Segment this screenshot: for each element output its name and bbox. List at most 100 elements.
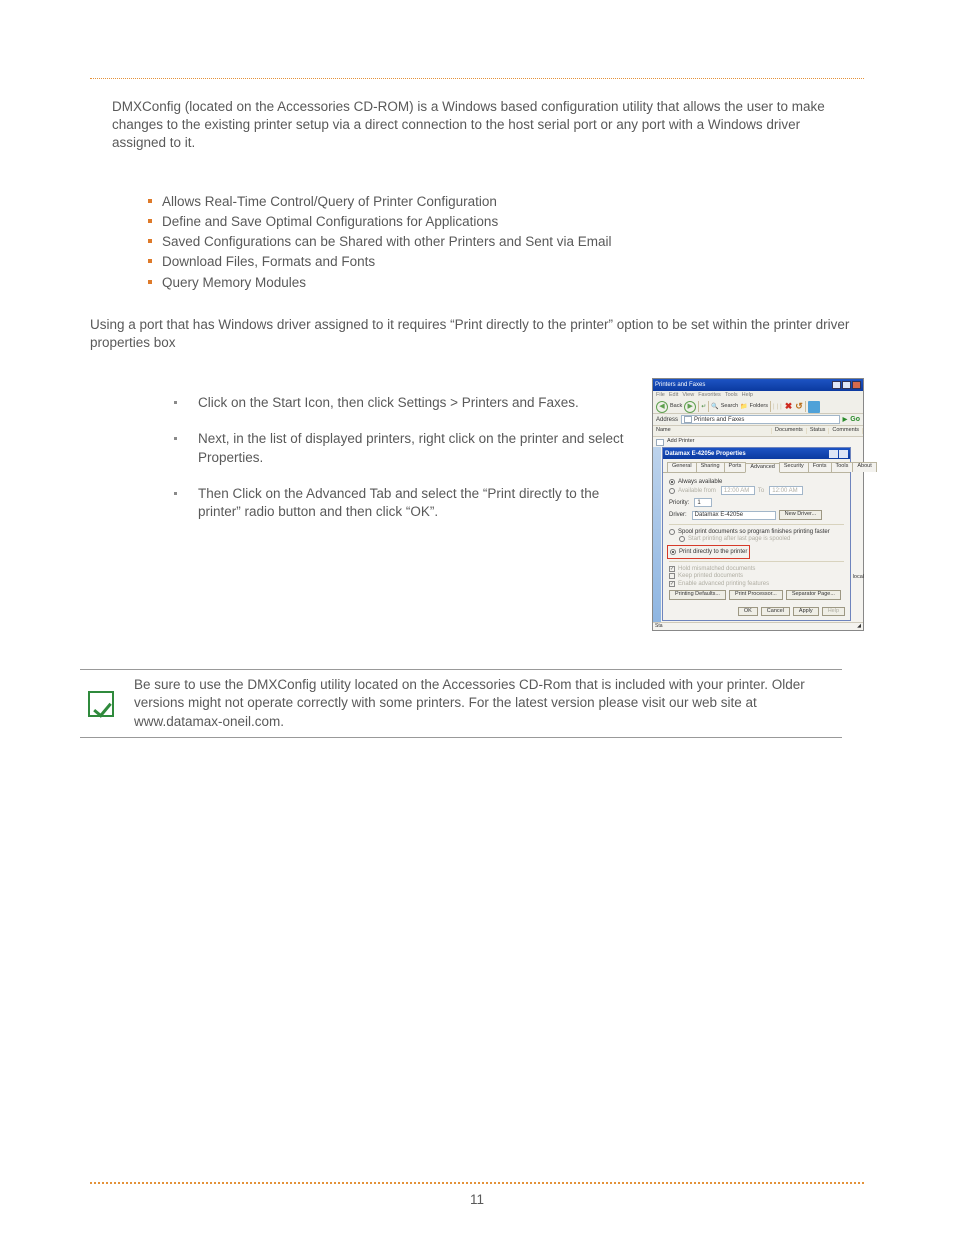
feature-item: Query Memory Modules	[148, 274, 864, 292]
tab-sharing: Sharing	[696, 462, 725, 472]
menu-item: Edit	[669, 393, 678, 399]
close-icon	[852, 381, 861, 389]
address-field: Printers and Faxes	[681, 415, 840, 424]
address-bar: Address Printers and Faxes ▶ Go	[653, 414, 863, 426]
label-spool-sub: Start printing after last page is spoole…	[688, 536, 790, 542]
menubar: File Edit View Favorites Tools Help	[653, 391, 863, 400]
address-label: Address	[656, 417, 678, 423]
label-enable: Enable advanced printing features	[678, 581, 769, 587]
add-printer-label: Add Printer	[667, 439, 695, 445]
label-driver: Driver:	[669, 512, 687, 518]
label-direct: Print directly to the printer	[679, 549, 747, 555]
properties-dialog: Datamax E-4205e Properties General Shari…	[662, 447, 851, 621]
ok-button: OK	[738, 607, 758, 617]
menu-item: File	[656, 393, 665, 399]
search-icon: 🔍	[711, 404, 718, 410]
print-processor-button: Print Processor...	[729, 590, 783, 600]
maximize-icon	[842, 381, 851, 389]
list-row: Add Printer	[653, 437, 863, 447]
checkmark-icon	[88, 691, 114, 717]
feature-item: Saved Configurations can be Shared with …	[148, 233, 864, 251]
dialog-tabs: General Sharing Ports Advanced Security …	[663, 459, 850, 473]
col-documents: Documents	[772, 428, 807, 434]
help-button: Help	[822, 607, 845, 617]
label-to: To	[758, 488, 764, 494]
priority-field: 1	[694, 498, 712, 507]
column-headers: Name Documents Status Comments	[653, 426, 863, 437]
tab-ports: Ports	[724, 462, 747, 472]
driver-field: Datamax E-4205e	[692, 511, 776, 520]
intro-paragraph: DMXConfig (located on the Accessories CD…	[112, 98, 842, 153]
note-text: Be sure to use the DMXConfig utility loc…	[126, 670, 842, 738]
bottom-rule	[90, 1182, 864, 1185]
label-spool: Spool print documents so program finishe…	[678, 529, 830, 535]
label-priority: Priority:	[669, 500, 689, 506]
search-label: Search	[721, 404, 738, 410]
tab-tools: Tools	[831, 462, 854, 472]
close-icon	[839, 450, 848, 458]
status-left: Sta	[655, 624, 663, 629]
minimize-icon	[832, 381, 841, 389]
tab-fonts: Fonts	[808, 462, 832, 472]
col-name: Name	[653, 428, 772, 434]
resize-grip-icon: ◢	[857, 624, 861, 629]
add-printer-icon	[656, 439, 664, 446]
top-rule	[90, 78, 864, 80]
fwd-icon: ▶	[684, 401, 696, 413]
separator-page-button: Separator Page...	[786, 590, 841, 600]
note-box: Be sure to use the DMXConfig utility loc…	[80, 669, 842, 738]
feature-item: Define and Save Optimal Configurations f…	[148, 213, 864, 231]
chk-keep	[669, 573, 675, 579]
radio-spool-sub	[679, 536, 685, 542]
page-number: 11	[470, 1191, 484, 1209]
radio-spool	[669, 529, 675, 535]
statusbar: Sta ◢	[653, 622, 863, 630]
radio-always	[669, 479, 675, 485]
properties-screenshot: Printers and Faxes File Edit View Favori…	[652, 378, 864, 631]
label-always: Always available	[678, 479, 722, 485]
back-icon: ◀	[656, 401, 668, 413]
menu-item: Tools	[725, 393, 738, 399]
printing-defaults-button: Printing Defaults...	[669, 590, 726, 600]
delete-icon: ✖	[785, 402, 793, 411]
steps-list: Click on the Start Icon, then click Sett…	[174, 394, 634, 521]
up-icon: ↵	[701, 404, 706, 410]
time-to: 12:00 AM	[769, 486, 803, 495]
label-hold: Hold mismatched documents	[678, 566, 755, 572]
feature-item: Download Files, Formats and Fonts	[148, 253, 864, 271]
toolbar: ◀ Back ▶ ↵ 🔍 Search 📁 Folders ||| ✖ ↺	[653, 400, 863, 414]
go-label: Go	[850, 416, 860, 423]
menu-item: Help	[742, 393, 753, 399]
label-available-from: Available from	[678, 488, 716, 494]
col-status: Status	[807, 428, 830, 434]
back-label: Back	[670, 404, 682, 410]
label-keep: Keep printed documents	[678, 573, 743, 579]
chk-enable: ✓	[669, 581, 675, 587]
menu-item: View	[682, 393, 694, 399]
tab-about: About	[852, 462, 876, 472]
radio-available-from	[669, 488, 675, 494]
tab-security: Security	[779, 462, 809, 472]
tab-advanced: Advanced	[745, 463, 779, 473]
tab-general: General	[667, 462, 697, 472]
step-item: Then Click on the Advanced Tab and selec…	[174, 485, 634, 521]
col-comments: Comments	[829, 428, 863, 434]
refresh-icon: ↺	[795, 402, 803, 411]
mid-paragraph: Using a port that has Windows driver ass…	[90, 316, 864, 352]
folders-icon: 📁	[740, 404, 747, 410]
views-icon	[808, 401, 820, 413]
address-value: Printers and Faxes	[694, 417, 744, 423]
apply-button: Apply	[793, 607, 819, 617]
feature-item: Allows Real-Time Control/Query of Printe…	[148, 193, 864, 211]
menu-item: Favorites	[698, 393, 721, 399]
radio-direct	[670, 549, 676, 555]
dialog-title: Datamax E-4205e Properties	[665, 451, 746, 457]
step-item: Next, in the list of displayed printers,…	[174, 430, 634, 466]
help-icon	[829, 450, 838, 458]
chk-hold: ✓	[669, 566, 675, 572]
cancel-button: Cancel	[761, 607, 790, 617]
feature-list: Allows Real-Time Control/Query of Printe…	[148, 193, 864, 292]
go-icon: ▶	[843, 417, 848, 423]
folders-label: Folders	[750, 404, 768, 410]
new-driver-button: New Driver...	[779, 510, 822, 520]
